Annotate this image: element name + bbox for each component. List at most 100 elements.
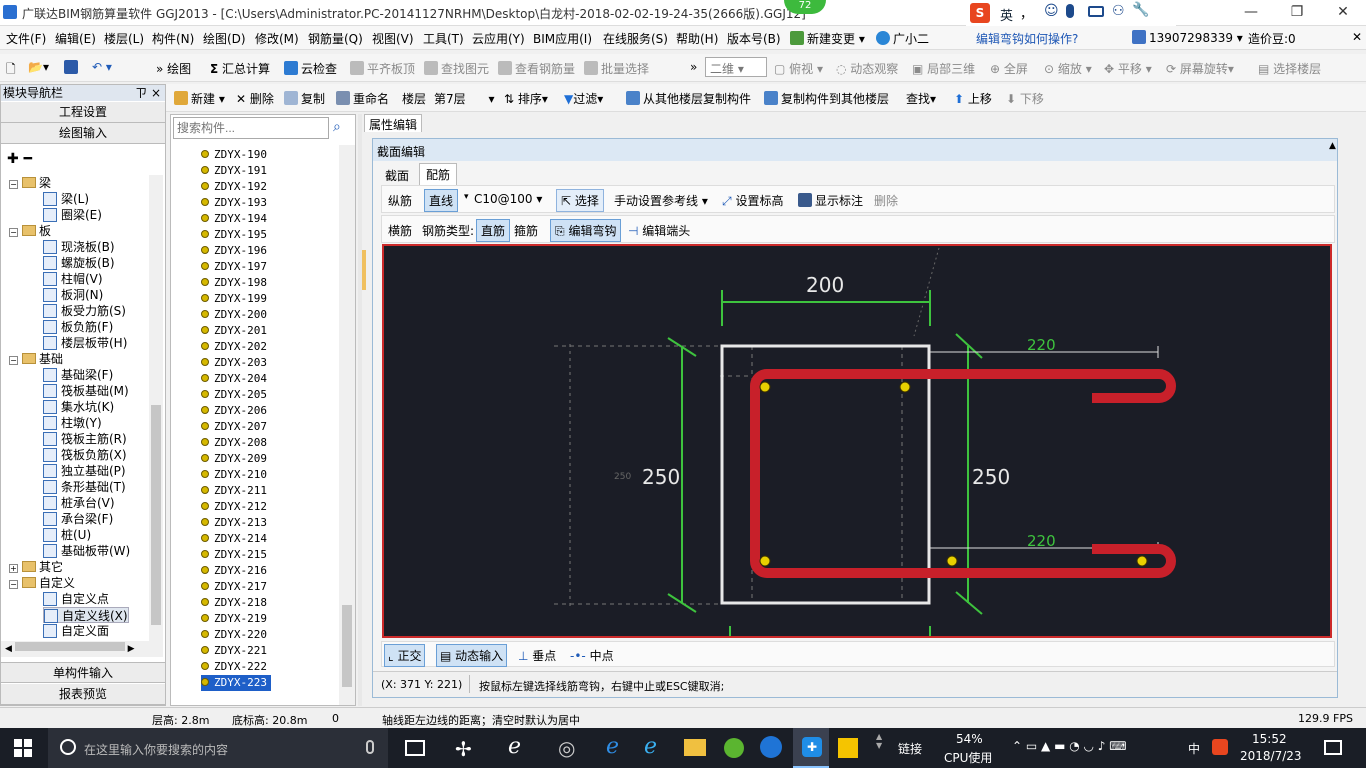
component-item[interactable]: ZDYX-191 bbox=[201, 163, 267, 179]
component-item[interactable]: ZDYX-209 bbox=[201, 451, 267, 467]
tree-folder[interactable]: − 自定义 bbox=[9, 575, 75, 591]
tree-item[interactable]: 基础板带(W) bbox=[43, 543, 130, 559]
tree-folder[interactable]: − 梁 bbox=[9, 175, 51, 191]
rebar-node[interactable] bbox=[759, 555, 771, 567]
notification-center-icon[interactable] bbox=[1324, 740, 1342, 755]
rotate-button[interactable]: ⟳ 屏幕旋转▾ bbox=[1166, 60, 1234, 77]
rename-button[interactable]: 重命名 bbox=[336, 90, 389, 107]
component-item[interactable]: ZDYX-220 bbox=[201, 627, 267, 643]
app-icon-swirl[interactable]: ◎ bbox=[558, 736, 575, 760]
menu-component[interactable]: 构件(N) bbox=[152, 30, 194, 47]
hook-help-link[interactable]: 编辑弯钩如何操作? bbox=[976, 30, 1078, 47]
local-3d-button[interactable]: ▣ 局部三维 bbox=[912, 60, 975, 77]
clock-time[interactable]: 15:52 bbox=[1252, 732, 1287, 746]
menu-floor[interactable]: 楼层(L) bbox=[104, 30, 144, 47]
floor-select[interactable]: 第7层 ▾ bbox=[434, 90, 495, 107]
undo-icon[interactable]: ↶ ▾ bbox=[92, 60, 112, 74]
component-item[interactable]: ZDYX-216 bbox=[201, 563, 267, 579]
ime-indicator[interactable]: 中 bbox=[1188, 740, 1200, 757]
component-item[interactable]: ZDYX-213 bbox=[201, 515, 267, 531]
sogou-icon[interactable]: S bbox=[970, 3, 990, 23]
mid-snap-button[interactable]: -•- 中点 bbox=[570, 647, 614, 664]
rebar-node[interactable] bbox=[759, 381, 771, 393]
tree-item[interactable]: 自定义线(X) bbox=[43, 607, 129, 623]
menu-bim[interactable]: BIM应用(I) bbox=[533, 30, 592, 47]
component-item[interactable]: ZDYX-205 bbox=[201, 387, 267, 403]
task-view-icon[interactable] bbox=[405, 740, 425, 756]
edge-icon[interactable]: ℯ bbox=[606, 734, 619, 759]
longit-label[interactable]: 纵筋 bbox=[388, 192, 412, 209]
single-component-button[interactable]: 单构件输入 bbox=[1, 662, 165, 683]
menu-rebar[interactable]: 钢筋量(Q) bbox=[308, 30, 363, 47]
straight-rebar-button[interactable]: 直筋 bbox=[476, 219, 511, 242]
edit-end-button[interactable]: ⊣ 编辑端头 bbox=[628, 222, 690, 239]
search-input[interactable] bbox=[177, 119, 327, 137]
component-item[interactable]: ZDYX-194 bbox=[201, 211, 267, 227]
component-item[interactable]: ZDYX-201 bbox=[201, 323, 267, 339]
report-preview-button[interactable]: 报表预览 bbox=[1, 684, 165, 705]
tree-item[interactable]: 螺旋板(B) bbox=[43, 255, 115, 271]
spec-select[interactable]: C10@100 ▾ bbox=[474, 192, 542, 206]
menu-version[interactable]: 版本号(B) bbox=[727, 30, 781, 47]
edit-hook-button[interactable]: ⎘ 编辑弯钩 bbox=[550, 219, 622, 242]
view-rebar-button[interactable]: 查看钢筋量 bbox=[498, 60, 575, 77]
tree-item[interactable]: 板洞(N) bbox=[43, 287, 103, 303]
collapse-icon[interactable]: − bbox=[9, 580, 18, 589]
tree-item[interactable]: 桩承台(V) bbox=[43, 495, 115, 511]
editor-vscroll[interactable]: ▲ bbox=[1329, 141, 1337, 161]
tree-item[interactable]: 自定义面 bbox=[43, 623, 109, 639]
list-scroll-thumb[interactable] bbox=[342, 605, 352, 687]
set-elevation-button[interactable]: ⤢ 设置标高 bbox=[722, 192, 783, 209]
zoom-button[interactable]: ⊙ 缩放 ▾ bbox=[1044, 60, 1092, 77]
user-icon[interactable]: ⚇ bbox=[1112, 3, 1125, 19]
delete-button[interactable]: ✕ 删除 bbox=[236, 90, 274, 107]
tree-item[interactable]: 筏板负筋(X) bbox=[43, 447, 127, 463]
menu-edit[interactable]: 编辑(E) bbox=[55, 30, 96, 47]
property-tab[interactable]: 属性编辑 bbox=[364, 114, 423, 132]
component-item[interactable]: ZDYX-198 bbox=[201, 275, 267, 291]
component-item[interactable]: ZDYX-212 bbox=[201, 499, 267, 515]
align-slab-button[interactable]: 平齐板顶 bbox=[350, 60, 415, 77]
taskbar-scroll[interactable]: ▲ ▼ bbox=[876, 732, 882, 750]
move-down-button[interactable]: ⬇ 下移 bbox=[1006, 90, 1044, 107]
menu-help[interactable]: 帮助(H) bbox=[676, 30, 718, 47]
green-app-icon[interactable] bbox=[724, 738, 744, 758]
component-item[interactable]: ZDYX-221 bbox=[201, 643, 267, 659]
wrench-icon[interactable]: 🔧 bbox=[1132, 2, 1149, 18]
keyboard-icon[interactable] bbox=[1088, 6, 1104, 17]
select-button[interactable]: ⇱ 选择 bbox=[556, 189, 604, 212]
tree-item[interactable]: 承台梁(F) bbox=[43, 511, 113, 527]
cloud-check-button[interactable]: 云检查 bbox=[284, 60, 337, 77]
component-item[interactable]: ZDYX-211 bbox=[201, 483, 267, 499]
rebar-node[interactable] bbox=[1136, 555, 1148, 567]
tab-rebar[interactable]: 配筋 bbox=[419, 163, 458, 185]
tree-item[interactable]: 基础梁(F) bbox=[43, 367, 113, 383]
ime-lang[interactable]: 英 bbox=[1000, 5, 1013, 24]
top-view-button[interactable]: ▢ 俯视 ▾ bbox=[774, 60, 823, 77]
component-item[interactable]: ZDYX-190 bbox=[201, 147, 267, 163]
rebar-node[interactable] bbox=[899, 381, 911, 393]
tree-folder[interactable]: − 板 bbox=[9, 223, 51, 239]
app-icon-ie-old[interactable]: ℯ bbox=[508, 734, 521, 759]
tree-item[interactable]: 现浇板(B) bbox=[43, 239, 115, 255]
copy-from-floor-button[interactable]: 从其他楼层复制构件 bbox=[626, 90, 751, 107]
clock-date[interactable]: 2018/7/23 bbox=[1240, 749, 1302, 763]
emoji-icon[interactable]: ☺ bbox=[1044, 3, 1059, 19]
copy-to-floor-button[interactable]: 复制构件到其他楼层 bbox=[764, 90, 889, 107]
tree-hscroll[interactable]: ◀ ▶ bbox=[1, 641, 163, 657]
start-icon[interactable] bbox=[14, 739, 32, 757]
component-item[interactable]: ZDYX-202 bbox=[201, 339, 267, 355]
new-component-button[interactable]: 新建 ▾ bbox=[174, 90, 225, 107]
tree-item[interactable]: 圈梁(E) bbox=[43, 207, 102, 223]
component-item[interactable]: ZDYX-193 bbox=[201, 195, 267, 211]
view-mode-select[interactable]: 二维 ▾ bbox=[705, 57, 767, 77]
tree-item[interactable]: 筏板主筋(R) bbox=[43, 431, 127, 447]
tree-item[interactable]: 柱帽(V) bbox=[43, 271, 103, 287]
mic-icon[interactable] bbox=[1066, 4, 1074, 18]
links-toolbar[interactable]: 链接 bbox=[898, 740, 922, 757]
component-item[interactable]: ZDYX-214 bbox=[201, 531, 267, 547]
open-file-icon[interactable]: 📂▾ bbox=[28, 60, 49, 74]
drawing-input-button[interactable]: 绘图输入 bbox=[1, 123, 165, 144]
trans-label[interactable]: 横筋 bbox=[388, 222, 412, 239]
copy-button[interactable]: 复制 bbox=[284, 90, 325, 107]
